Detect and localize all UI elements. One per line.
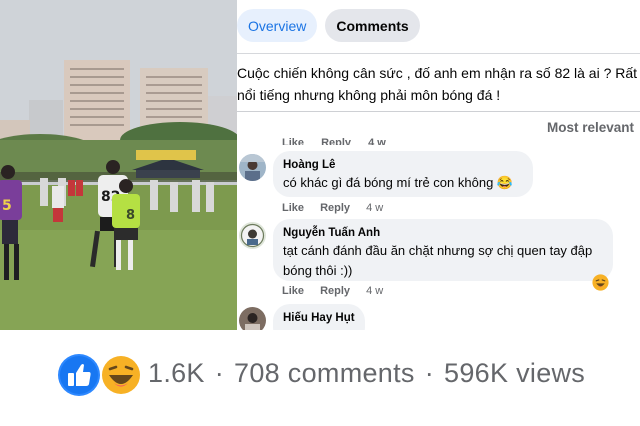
comment-bubble: Nguyễn Tuấn Anh tạt cánh đánh đầu ăn chặ… (273, 219, 613, 281)
sort-dropdown[interactable]: Most relevant (547, 120, 634, 135)
like-link[interactable]: Like (282, 202, 304, 214)
comment-time: 4 w (366, 285, 384, 297)
reactions-count[interactable]: 1.6K (148, 358, 205, 388)
reply-link[interactable]: Reply (320, 202, 350, 214)
avatar-image (239, 307, 266, 330)
avatar-image (239, 154, 266, 181)
haha-icon[interactable] (99, 353, 143, 397)
separator: · (214, 358, 225, 388)
comment-author[interactable]: Nguyễn Tuấn Anh (283, 226, 603, 241)
reply-link[interactable]: Reply (320, 285, 350, 297)
engagement-stats: 1.6K · 708 comments · 596K views (148, 358, 585, 389)
divider (237, 53, 640, 54)
comment-time: 4 w (366, 202, 384, 214)
comment-bubble: Hoàng Lê có khác gì đá bóng mí trẻ con k… (273, 151, 533, 197)
comment-author[interactable]: Hoàng Lê (283, 158, 523, 173)
avatar[interactable] (239, 307, 266, 330)
engagement-bar: 1.6K · 708 comments · 596K views (0, 330, 640, 426)
comments-panel: Overview Comments Cuộc chiến không cân s… (237, 0, 640, 330)
like-link[interactable]: Like (282, 137, 304, 145)
comment-actions: Like Reply 4 w (282, 202, 383, 214)
post-caption: Cuộc chiến không cân sức , đố anh em nhậ… (237, 65, 638, 103)
avatar[interactable] (239, 154, 266, 181)
haha-icon[interactable] (592, 274, 609, 291)
comment-time: 4 w (368, 137, 386, 145)
views-count: 596K views (444, 358, 586, 388)
tab-bar: Overview Comments (237, 9, 420, 45)
like-link[interactable]: Like (282, 285, 304, 297)
comment-bubble: Hiếu Hay Hụt (273, 304, 365, 330)
previous-comment-actions: Like Reply 4 w (282, 137, 400, 145)
avatar-image (239, 222, 266, 249)
tab-overview[interactable]: Overview (237, 9, 318, 42)
divider (237, 111, 640, 112)
comment-text-line-2: bóng thôi :)) (283, 263, 353, 278)
comments-count[interactable]: 708 comments (234, 358, 415, 388)
tab-comments[interactable]: Comments (325, 9, 420, 42)
comment-actions: Like Reply 4 w (282, 285, 383, 297)
post-photo[interactable]: 5 82 8 (0, 0, 237, 330)
like-icon[interactable] (57, 353, 101, 397)
reply-link[interactable]: Reply (321, 137, 351, 145)
comment-text-line-1: tạt cánh đánh đầu ăn chặt nhưng sợ chị q… (283, 243, 593, 258)
football-photo-image: 5 82 8 (0, 0, 237, 330)
player-left-number: 5 (2, 198, 12, 214)
bib-number: 8 (126, 208, 135, 223)
avatar[interactable] (239, 222, 266, 249)
comment-text: có khác gì đá bóng mí trẻ con không 😂 (283, 175, 514, 190)
comment-author[interactable]: Hiếu Hay Hụt (283, 311, 355, 326)
separator: · (424, 358, 435, 388)
